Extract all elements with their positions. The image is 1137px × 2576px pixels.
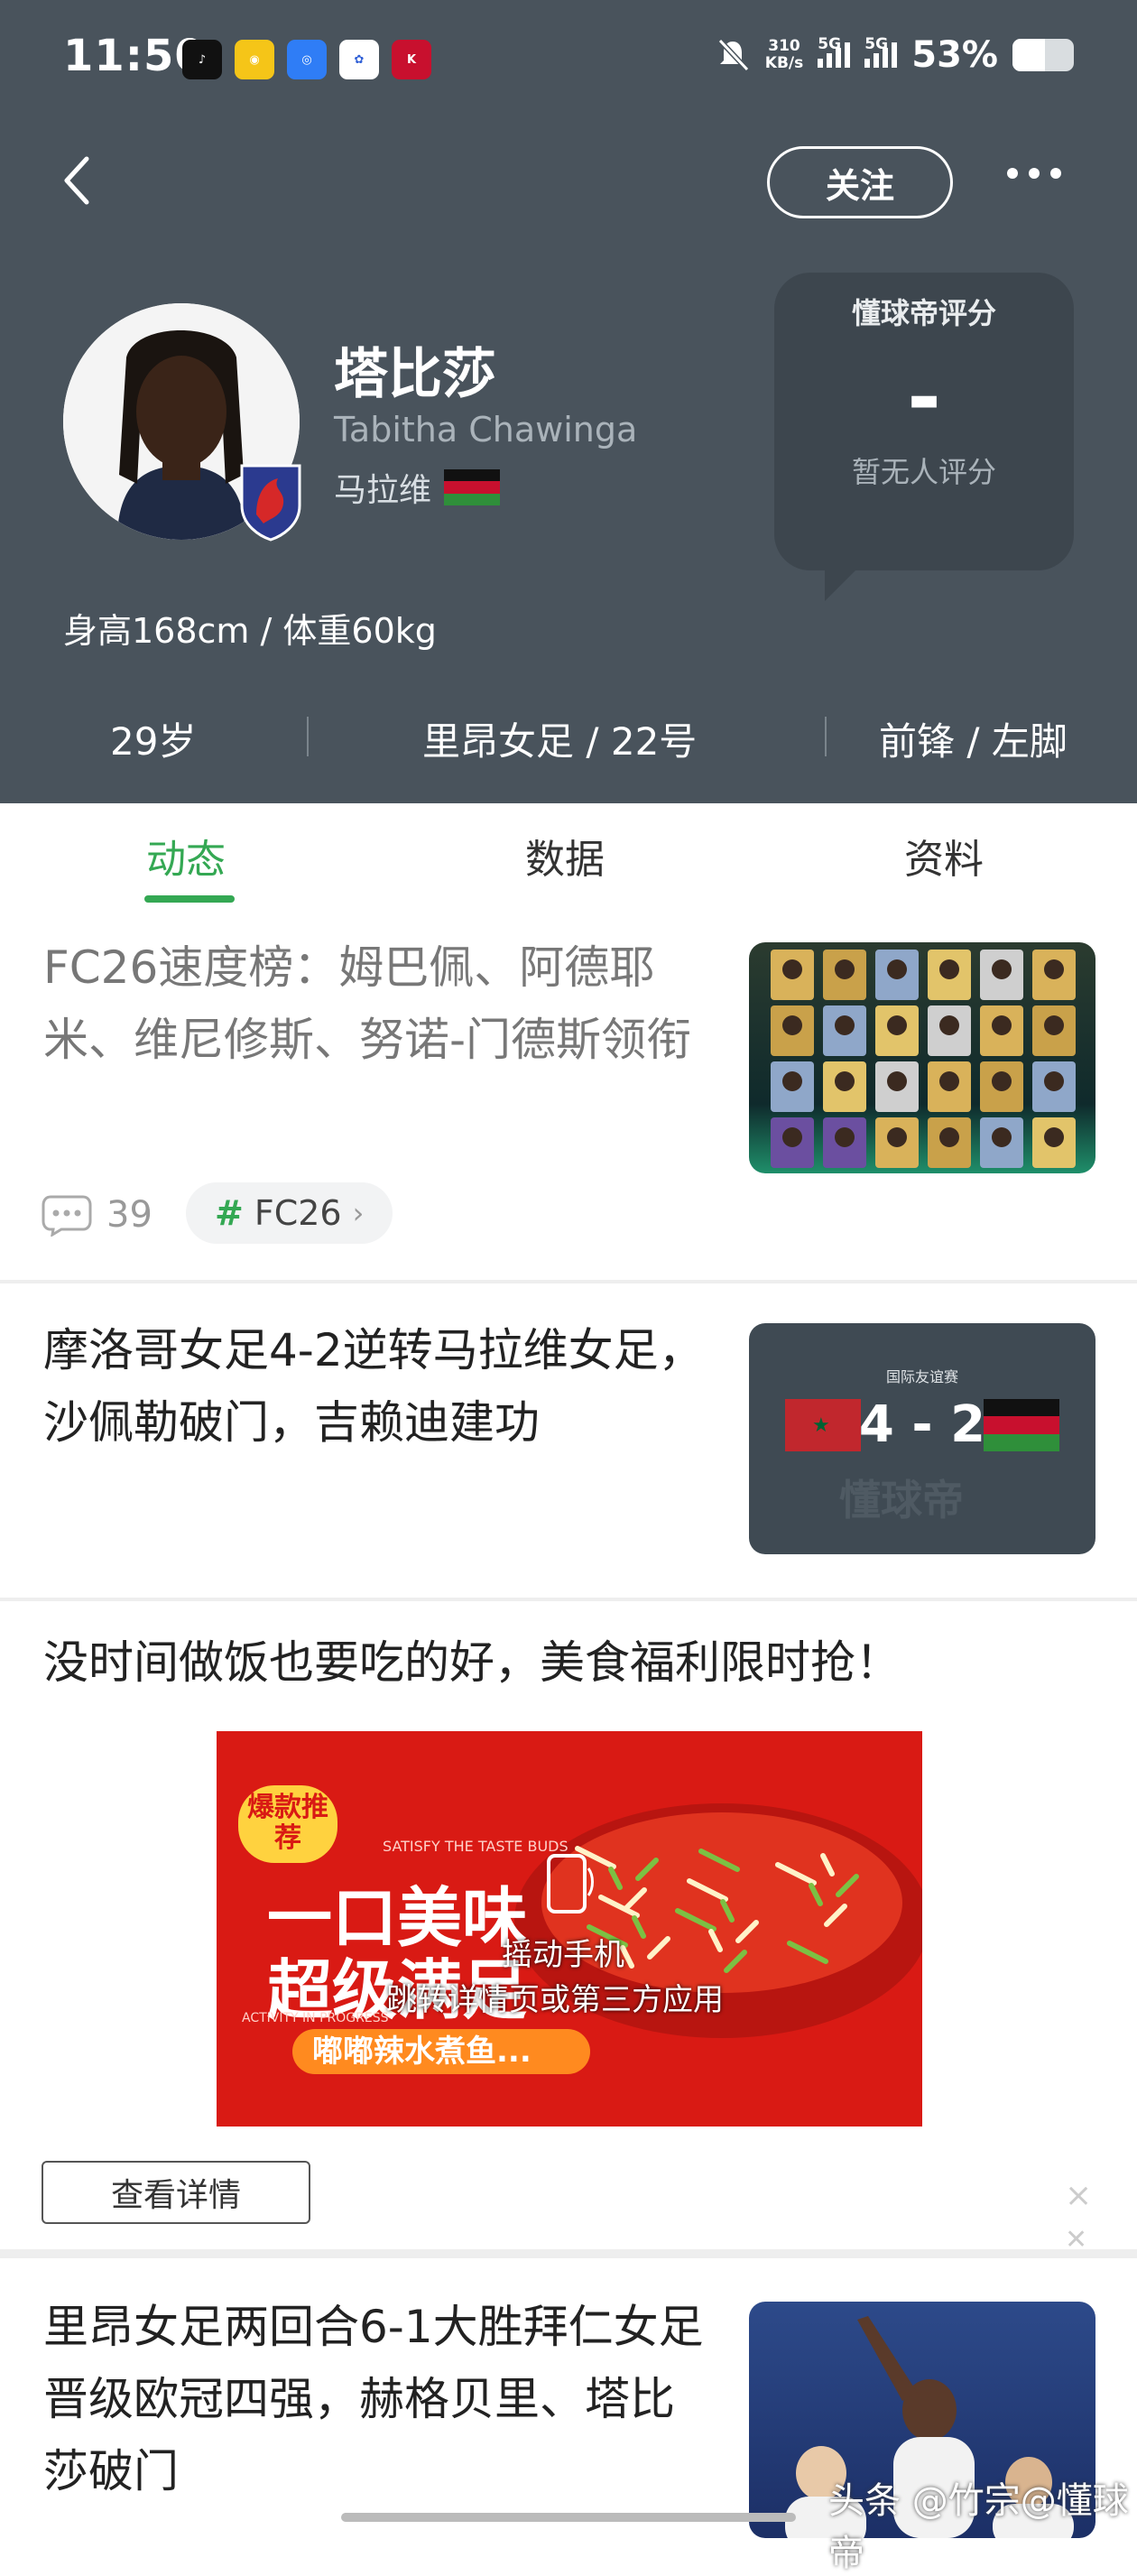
divider: [0, 1598, 1137, 1601]
ad-details-button[interactable]: 查看详情: [42, 2161, 310, 2224]
watermark: 头条 @竹宗@懂球帝: [828, 2480, 1129, 2574]
ad-image[interactable]: 爆款推荐 SATISFY THE TASTE BUDS 一口美味 超级满足 AC…: [217, 1731, 922, 2127]
news-card[interactable]: FC26速度榜：姆巴佩、阿德耶米、维尼修斯、努诺-门德斯领衔 39 # FC26…: [0, 931, 1137, 1278]
match-caption: 国际友谊赛: [885, 1368, 958, 1385]
status-indicators: 310 KB/s 5G 5G 53%: [715, 34, 1074, 76]
rating-title: 懂球帝评分: [851, 296, 996, 330]
tiktok-icon: ♪: [182, 40, 222, 79]
tab-stats[interactable]: 数据: [525, 827, 605, 885]
chevron-right-icon: ›: [352, 1196, 365, 1230]
divider: [307, 717, 309, 756]
hashtag-icon: #: [215, 1193, 244, 1233]
player-nationality: 马拉维: [334, 464, 501, 511]
notification-icons: ♪ ◉ ◎ ✿ K: [182, 40, 431, 79]
net-speed: 310 KB/s: [764, 37, 804, 72]
player-club-number: 里昂女足 / 22号: [422, 719, 698, 764]
meituan-icon: ◉: [235, 40, 274, 79]
player-info-row: 29岁 里昂女足 / 22号 前锋 / 左脚: [0, 704, 1137, 771]
ad-badge: 爆款推荐: [238, 1785, 337, 1863]
ad-title[interactable]: 没时间做饭也要吃的好，美食福利限时抢！: [43, 1626, 901, 1691]
comment-icon: [42, 1195, 92, 1237]
follow-button[interactable]: 关注: [767, 146, 953, 218]
ad-jump-hint: 跳转详情页或第三方应用: [386, 1982, 724, 2018]
comment-count[interactable]: 39: [42, 1193, 153, 1237]
thumbnail-watermark: 懂球帝: [839, 1476, 964, 1524]
baidu-icon: ✿: [339, 40, 379, 79]
news-card[interactable]: 摩洛哥女足4-2逆转马拉维女足，沙佩勒破门，吉赖迪建功 国际友谊赛 ★ 4 - …: [0, 1314, 1137, 1585]
player-english-name: Tabitha Chawinga: [334, 410, 638, 449]
back-button[interactable]: [60, 153, 96, 208]
player-header: 11:50 ♪ ◉ ◎ ✿ K 310 KB/s 5G 5G 53% 关注 塔比…: [0, 0, 1137, 803]
tab-bar: 动态 数据 资料: [0, 803, 1137, 921]
news-title[interactable]: FC26速度榜：姆巴佩、阿德耶米、维尼修斯、努诺-门德斯领衔: [43, 931, 711, 1076]
malawi-flag-icon: [984, 1399, 1059, 1451]
player-age: 29岁: [110, 719, 197, 764]
player-name: 塔比莎: [334, 343, 496, 406]
rating-note: 暂无人评分: [851, 455, 996, 489]
player-cards-image: [771, 950, 1076, 1168]
ad-shake-hint: 摇动手机: [502, 1937, 624, 1973]
signal-icon: 5G: [864, 35, 898, 68]
tab-news[interactable]: 动态: [146, 827, 226, 885]
divider: [825, 717, 827, 756]
app-blue-icon: ◎: [287, 40, 327, 79]
home-indicator[interactable]: [341, 2513, 796, 2522]
player-position-foot: 前锋 / 左脚: [879, 719, 1068, 764]
battery-icon: [1012, 39, 1074, 71]
phone-shake-icon: [547, 1854, 594, 1913]
news-thumbnail[interactable]: [749, 942, 1095, 1173]
kfc-icon: K: [392, 40, 431, 79]
signal-icon: 5G: [818, 35, 851, 68]
news-title[interactable]: 摩洛哥女足4-2逆转马拉维女足，沙佩勒破门，吉赖迪建功: [43, 1314, 711, 1459]
height-weight: 身高168cm / 体重60kg: [63, 611, 437, 651]
mute-bell-icon: [717, 38, 749, 72]
close-icon[interactable]: ×: [1065, 2177, 1092, 2214]
ad-product: 嘟嘟辣水煮鱼...: [292, 2029, 590, 2074]
malawi-flag-icon: [444, 469, 501, 505]
divider: [0, 1280, 1137, 1283]
news-thumbnail[interactable]: 国际友谊赛 ★ 4 - 2 懂球帝: [749, 1323, 1095, 1554]
status-bar: 11:50 ♪ ◉ ◎ ✿ K 310 KB/s 5G 5G 53%: [0, 0, 1137, 126]
divider: [0, 2249, 1137, 2258]
active-tab-indicator: [144, 895, 235, 903]
ad-slogan-en: SATISFY THE TASTE BUDS: [383, 1838, 568, 1855]
topic-tag[interactable]: # FC26 ›: [186, 1182, 393, 1244]
rating-value: -: [907, 350, 941, 445]
rating-card[interactable]: 懂球帝评分 - 暂无人评分: [774, 273, 1074, 601]
news-title[interactable]: 里昂女足两回合6-1大胜拜仁女足晋级欧冠四强，赫格贝里、塔比莎破门: [43, 2291, 711, 2507]
ad-activity: ACTIVITY IN PROGRESS: [242, 2011, 389, 2025]
club-badge-icon: [240, 464, 301, 542]
more-dots-icon[interactable]: [1007, 168, 1061, 179]
tab-profile[interactable]: 资料: [904, 827, 984, 885]
battery-percent: 53%: [911, 34, 998, 76]
